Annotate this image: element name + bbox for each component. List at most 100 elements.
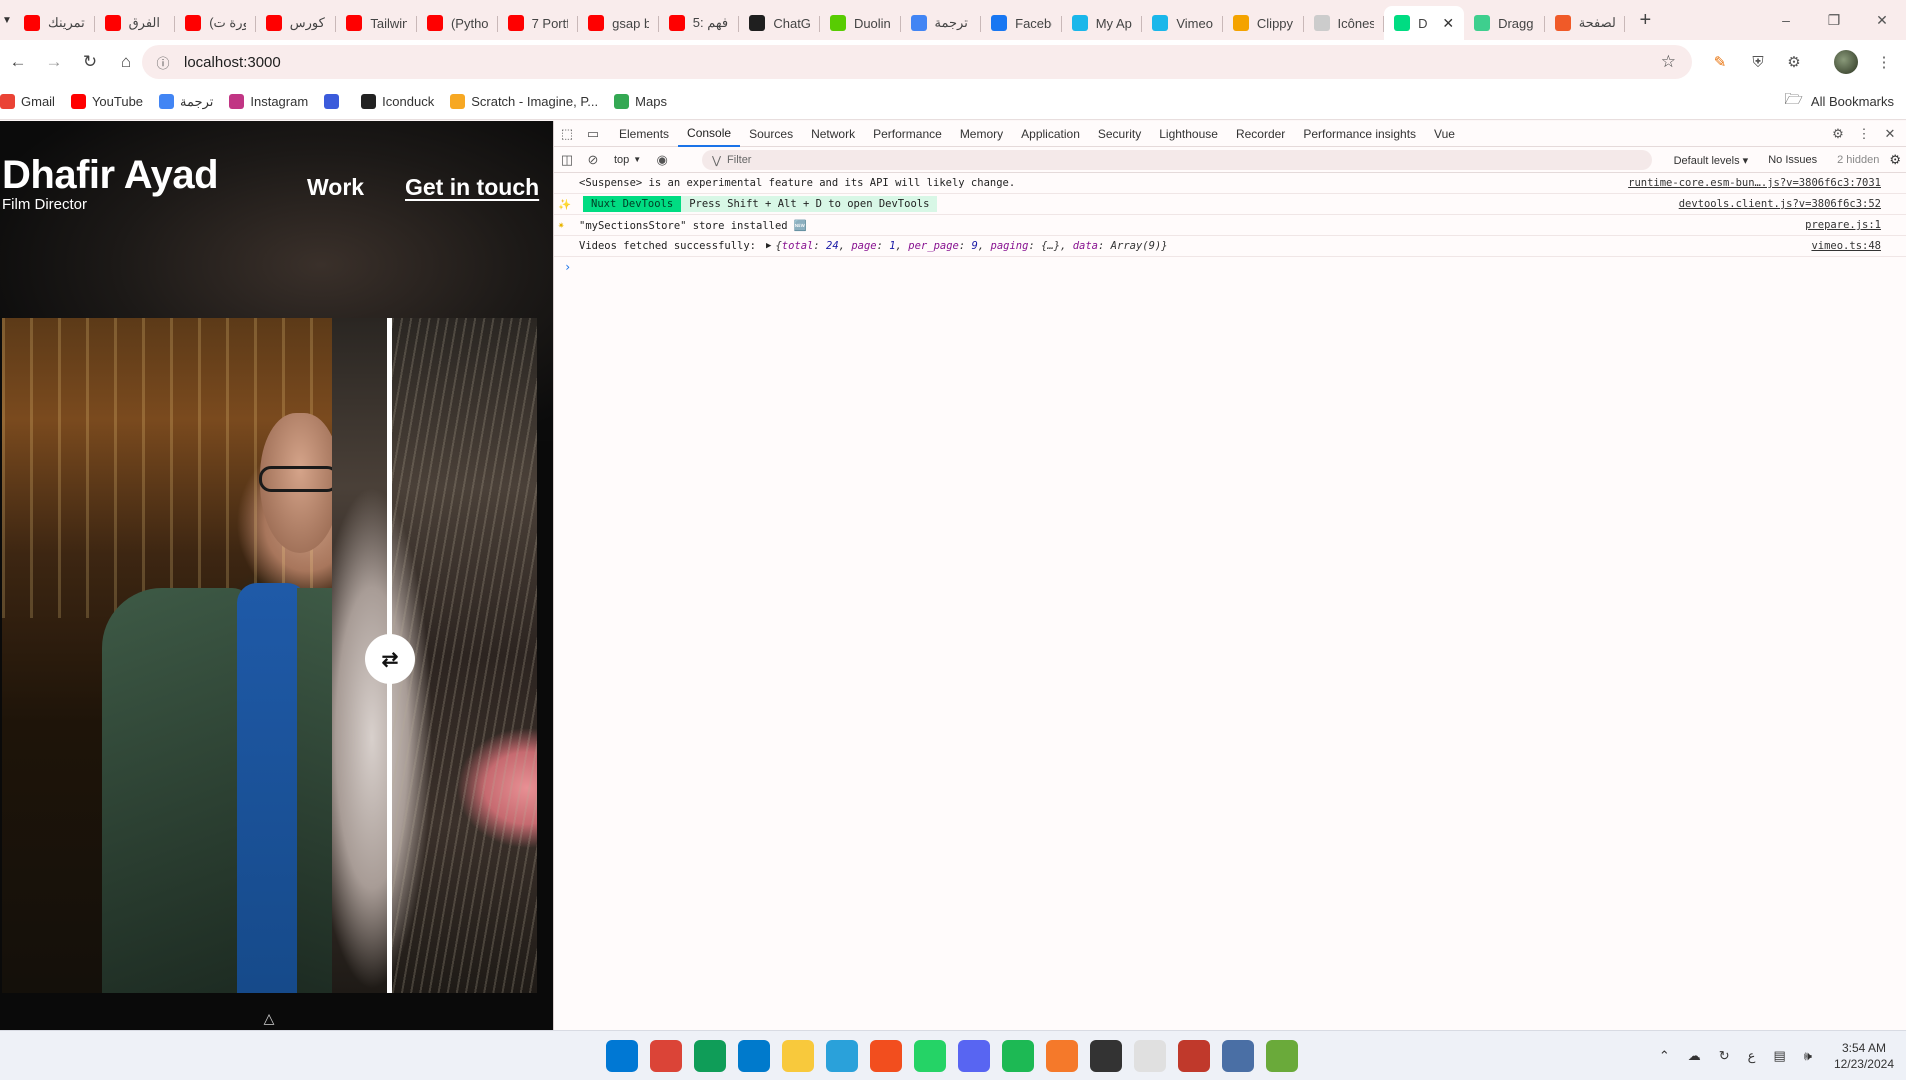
onedrive-icon[interactable]: ☁ bbox=[1688, 1048, 1701, 1064]
devtools-tab[interactable]: Console bbox=[678, 121, 741, 147]
browser-tab[interactable]: الصفحة bbox=[1545, 6, 1626, 40]
bookmark-item[interactable]: Scratch - Imagine, P... bbox=[450, 94, 598, 109]
whatsapp-icon[interactable] bbox=[914, 1040, 946, 1072]
devtools-tab[interactable]: Performance bbox=[864, 121, 951, 147]
browser-tab[interactable]: D ✕ bbox=[1384, 6, 1465, 40]
log-source-link[interactable]: prepare.js:1 bbox=[1805, 219, 1881, 231]
browser-tab[interactable]: Duolin bbox=[820, 6, 901, 40]
restore-icon[interactable]: ❐ bbox=[1810, 0, 1858, 40]
bookmark-item[interactable]: Instagram bbox=[229, 94, 308, 109]
devtools-settings-icon[interactable]: ⚙ bbox=[1825, 121, 1851, 147]
expand-arrow-icon[interactable]: ▶ bbox=[766, 241, 771, 251]
extensions-icon[interactable]: ⚙ bbox=[1782, 50, 1806, 74]
site-info-icon[interactable]: ⓘ bbox=[148, 53, 178, 72]
live-expression-eye-icon[interactable]: ◉ bbox=[649, 147, 675, 173]
back-button[interactable]: ← bbox=[0, 44, 36, 80]
clear-console-icon[interactable]: ⊘ bbox=[580, 147, 606, 173]
console-prompt[interactable]: › bbox=[554, 257, 1906, 277]
browser-tab[interactable]: كورس bbox=[256, 6, 337, 40]
input-language[interactable]: ع bbox=[1748, 1048, 1756, 1064]
home-button[interactable]: ⌂ bbox=[108, 44, 144, 80]
devtools-tab[interactable]: Security bbox=[1089, 121, 1150, 147]
network-icon[interactable]: ▤ bbox=[1773, 1048, 1785, 1064]
bookmark-item[interactable]: ترجمة bbox=[159, 94, 213, 110]
devtools-tab[interactable]: Network bbox=[802, 121, 864, 147]
calculator-icon[interactable] bbox=[1222, 1040, 1254, 1072]
devtools-more-icon[interactable]: ⋮ bbox=[1851, 121, 1877, 147]
url-text[interactable]: localhost:3000 bbox=[184, 54, 281, 71]
devtools-tab[interactable]: Lighthouse bbox=[1150, 121, 1227, 147]
taskbar-clock[interactable]: 3:54 AM 12/23/2024 bbox=[1834, 1040, 1894, 1072]
device-toolbar-icon[interactable]: ▭ bbox=[580, 121, 606, 147]
bookmark-item[interactable] bbox=[324, 94, 345, 109]
chrome-icon[interactable] bbox=[650, 1040, 682, 1072]
console-settings-icon[interactable]: ⚙ bbox=[1889, 152, 1901, 168]
notepad-icon[interactable] bbox=[1134, 1040, 1166, 1072]
discord-icon[interactable] bbox=[958, 1040, 990, 1072]
forward-button[interactable]: → bbox=[36, 44, 72, 80]
all-bookmarks-button[interactable]: 🗁 All Bookmarks bbox=[1784, 89, 1894, 114]
tab-search-icon[interactable]: ▼ bbox=[0, 0, 14, 40]
snipping-tool-icon[interactable] bbox=[1178, 1040, 1210, 1072]
nav-contact-link[interactable]: Get in touch bbox=[405, 174, 539, 201]
browser-tab[interactable]: Facebo bbox=[981, 6, 1062, 40]
browser-tab[interactable]: (دورة ت bbox=[175, 6, 256, 40]
chrome-profile-icon[interactable] bbox=[694, 1040, 726, 1072]
browser-tab[interactable]: (Pytho bbox=[417, 6, 498, 40]
issues-counter[interactable]: No Issues bbox=[1768, 154, 1817, 166]
devtools-tab[interactable]: Application bbox=[1012, 121, 1089, 147]
devtools-tab[interactable]: Memory bbox=[951, 121, 1012, 147]
shield-extension-icon[interactable]: ⛨ bbox=[1746, 50, 1770, 74]
window-close-icon[interactable]: ✕ bbox=[1858, 0, 1906, 40]
new-tab-button[interactable]: + bbox=[1629, 4, 1661, 36]
blender-icon[interactable] bbox=[1046, 1040, 1078, 1072]
devtools-tab[interactable]: Vue bbox=[1425, 121, 1464, 147]
browser-tab[interactable]: My Ap bbox=[1062, 6, 1143, 40]
color-picker-extension-icon[interactable]: ✎ bbox=[1708, 50, 1732, 74]
browser-tab[interactable]: ترجمة bbox=[901, 6, 982, 40]
browser-tab[interactable]: Dragg bbox=[1464, 6, 1545, 40]
nav-work-link[interactable]: Work bbox=[307, 174, 364, 201]
context-selector[interactable]: top ▼ bbox=[606, 154, 649, 166]
minimize-icon[interactable]: – bbox=[1762, 0, 1810, 40]
bookmark-item[interactable]: Iconduck bbox=[361, 94, 434, 109]
site-title[interactable]: Dhafir Ayad bbox=[2, 153, 219, 198]
browser-tab[interactable]: Tailwin bbox=[336, 6, 417, 40]
browser-menu-icon[interactable]: ⋮ bbox=[1872, 50, 1896, 74]
browser-tab[interactable]: تمرينك bbox=[14, 6, 95, 40]
file-explorer-icon[interactable] bbox=[782, 1040, 814, 1072]
bookmark-item[interactable]: Gmail bbox=[0, 94, 55, 109]
bookmark-item[interactable]: Maps bbox=[614, 94, 667, 109]
sidebar-toggle-icon[interactable]: ◫ bbox=[554, 147, 580, 173]
devtools-close-icon[interactable]: ✕ bbox=[1877, 121, 1903, 147]
nuxt-devtools-icon[interactable]: △ bbox=[258, 1007, 280, 1029]
devtools-tab[interactable]: Recorder bbox=[1227, 121, 1294, 147]
figma-icon[interactable] bbox=[870, 1040, 902, 1072]
log-object-preview[interactable]: {total: 24, page: 1, per_page: 9, paging… bbox=[775, 240, 1167, 252]
github-desktop-icon[interactable] bbox=[1090, 1040, 1122, 1072]
browser-tab[interactable]: Clippy bbox=[1223, 6, 1304, 40]
tab-close-icon[interactable]: ✕ bbox=[1442, 15, 1454, 32]
log-source-link[interactable]: vimeo.ts:48 bbox=[1811, 240, 1881, 252]
compare-handle-arrows-icon[interactable]: ⇄ bbox=[365, 634, 415, 684]
console-filter-input[interactable]: ⋁ Filter bbox=[702, 150, 1652, 170]
devtools-tab[interactable]: Sources bbox=[740, 121, 802, 147]
browser-tab[interactable]: 7 Portf bbox=[498, 6, 579, 40]
log-levels-dropdown[interactable]: Default levels ▾ bbox=[1654, 154, 1749, 167]
tray-overflow-icon[interactable]: ⌃ bbox=[1659, 1048, 1670, 1064]
browser-tab[interactable]: Icônes bbox=[1304, 6, 1385, 40]
devtools-tab[interactable]: Performance insights bbox=[1294, 121, 1425, 147]
log-source-link[interactable]: runtime-core.esm-bun….js?v=3806f6c3:7031 bbox=[1628, 177, 1881, 189]
update-icon[interactable]: ↻ bbox=[1719, 1048, 1730, 1064]
browser-tab[interactable]: الفرق bbox=[95, 6, 176, 40]
bookmark-star-icon[interactable]: ☆ bbox=[1661, 52, 1676, 72]
spotify-icon[interactable] bbox=[1002, 1040, 1034, 1072]
image-compare-slider[interactable]: ⇄ bbox=[2, 318, 537, 993]
address-bar[interactable]: ⓘ localhost:3000 ☆ bbox=[142, 45, 1692, 79]
reload-button[interactable]: ↻ bbox=[72, 44, 108, 80]
bookmark-item[interactable]: YouTube bbox=[70, 94, 143, 109]
log-source-link[interactable]: devtools.client.js?v=3806f6c3:52 bbox=[1679, 198, 1881, 210]
browser-tab[interactable]: ChatGI bbox=[739, 6, 820, 40]
windows-start-icon[interactable] bbox=[606, 1040, 638, 1072]
inspect-element-icon[interactable]: ⬚ bbox=[554, 121, 580, 147]
